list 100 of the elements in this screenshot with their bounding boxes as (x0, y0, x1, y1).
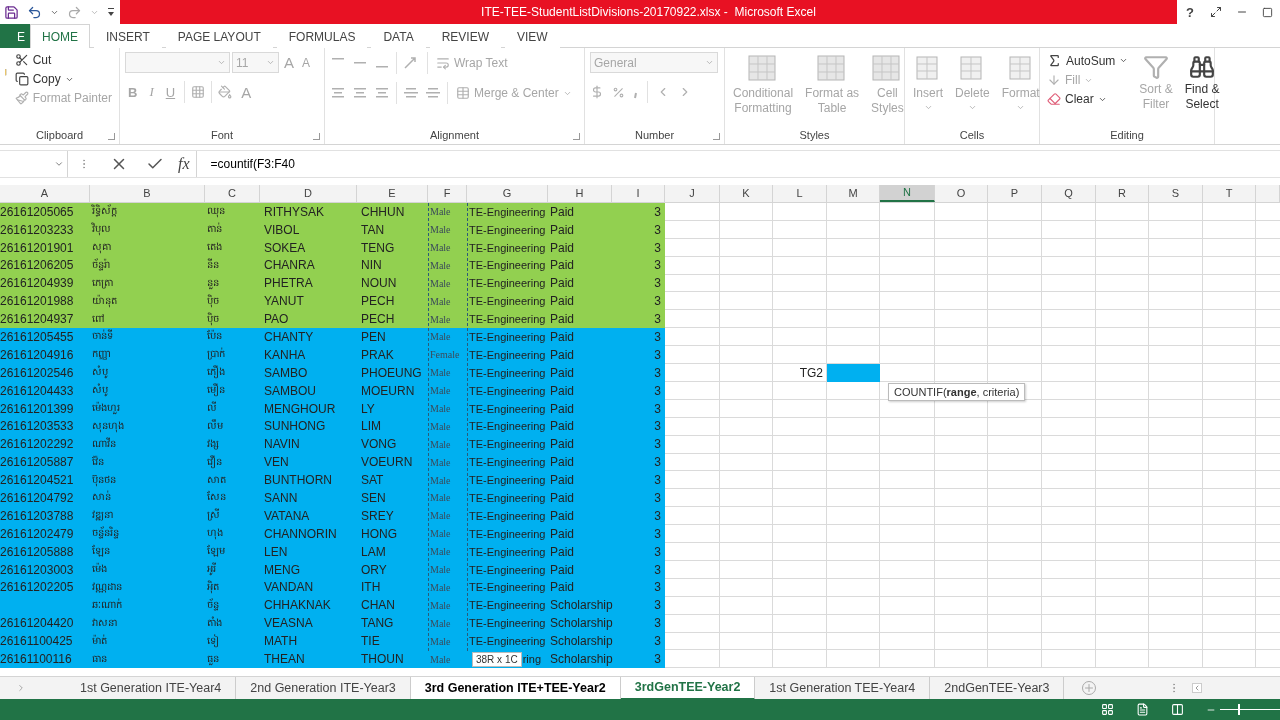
table-cell-text: VOEURN (360, 454, 414, 472)
table-cell-text: TE-Engineering (468, 383, 547, 399)
table-cell-text: ប៉ែន (206, 329, 223, 344)
ribbon-button[interactable]: Find & Select (1181, 52, 1223, 126)
table-cell-text: 26161203233 (0, 221, 75, 239)
column-header[interactable]: C (205, 184, 260, 202)
ribbon-tab[interactable]: HOME (30, 24, 90, 48)
table-cell-text: ម៉េងហួរ (91, 401, 121, 416)
insert-function-button[interactable]: fx (172, 154, 196, 173)
table-cell-text: Paid (549, 364, 576, 382)
align-center-icon[interactable] (352, 86, 368, 100)
table-cell-text: 26161204916 (0, 346, 75, 364)
paint-bucket-icon[interactable] (218, 85, 233, 99)
table-cell-text: អូរី (206, 561, 217, 578)
maximize-icon[interactable] (1261, 6, 1273, 18)
table-cell-text: 3 (653, 293, 662, 311)
column-header[interactable]: A (0, 184, 90, 202)
column-header[interactable]: H (548, 184, 612, 202)
ribbon-button[interactable]: AutoSum (1045, 52, 1131, 69)
ribbon-button[interactable]: Copy (12, 71, 114, 87)
table-cell-text: Male (429, 437, 452, 452)
column-header[interactable]: K (720, 184, 773, 202)
page-layout-view-icon[interactable] (1136, 703, 1149, 716)
ribbon-button[interactable]: Clear (1045, 91, 1131, 107)
table-cell-text: ប៉ិច (206, 293, 220, 310)
sheet-tab[interactable]: 3rd Generation ITE+TEE-Year2 (410, 676, 621, 700)
column-header[interactable]: S (1149, 184, 1203, 202)
column-header[interactable]: O (935, 184, 988, 202)
column-header[interactable]: F (428, 184, 467, 202)
ribbon-tab[interactable]: E (0, 24, 30, 48)
table-cell-text: ប៉ិច (206, 311, 220, 328)
table-cell-text: TE-Engineering (468, 276, 547, 292)
table-cell-text: សុគា (91, 240, 112, 256)
table-cell-text: តាំង (206, 615, 223, 630)
column-header[interactable]: E (357, 184, 428, 202)
table-cell-text: ពៅ (91, 311, 105, 326)
table-cell-text: 3 (653, 543, 662, 561)
table-cell-text: សំបូ (91, 364, 109, 381)
table-cell-text: NOUN (360, 275, 398, 293)
column-header[interactable]: D (260, 184, 357, 202)
caret-icon (967, 103, 977, 112)
column-header[interactable]: N (880, 184, 935, 202)
page-break-view-icon[interactable] (1171, 703, 1184, 716)
table-cell-text: Paid (549, 221, 576, 239)
help-button[interactable]: ? (1184, 4, 1196, 20)
table-cell-text: NIN (360, 257, 383, 275)
button-label: Cell Styles (871, 86, 904, 116)
launcher-icon[interactable] (713, 132, 720, 140)
column-header[interactable]: B (90, 184, 205, 202)
table-cell-text: KANHA (263, 346, 307, 364)
undo-icon[interactable] (27, 4, 42, 20)
align-right-icon[interactable] (374, 86, 390, 100)
table-cell-text: 26161205888 (0, 543, 75, 561)
table-cell-text: ITH (360, 579, 382, 597)
table-cell-text: ប្រាក់ (206, 346, 226, 362)
table-cell-text: 3 (653, 597, 662, 615)
table-cell-text: CHAN (360, 597, 396, 615)
currency-icon[interactable] (590, 85, 604, 99)
table-cell-text: Paid (549, 418, 576, 436)
table-cell-text: ធួន (206, 651, 220, 667)
borders-icon[interactable] (191, 85, 206, 99)
percent-icon[interactable] (612, 85, 625, 99)
column-header[interactable]: J (665, 184, 720, 202)
save-icon[interactable] (4, 4, 19, 20)
table-cell-text: LY (360, 400, 376, 418)
scroll-left-icon[interactable] (1192, 683, 1203, 693)
normal-view-icon[interactable] (1101, 703, 1114, 716)
column-header[interactable]: Q (1042, 184, 1096, 202)
formula-field[interactable]: =countif(F3:F40 (195, 150, 1280, 177)
caret-icon (1016, 103, 1026, 112)
table-cell-text: Male (429, 241, 452, 255)
launcher-icon[interactable] (573, 132, 580, 140)
table-cell-text: HONG (360, 525, 398, 543)
column-header[interactable]: I (612, 184, 665, 202)
table-cell-text: 3 (653, 346, 662, 364)
table-cell-text: PECH (360, 293, 396, 311)
table-cell-text: 26161203788 (0, 507, 75, 525)
table-cell-text: SAT (360, 472, 385, 490)
column-header[interactable]: P (988, 184, 1042, 202)
table-cell-text: Paid (549, 454, 576, 472)
ribbon-display-icon[interactable] (1209, 6, 1222, 18)
align-left-icon[interactable] (330, 86, 346, 100)
launcher-icon[interactable] (108, 132, 115, 140)
column-header[interactable]: R (1096, 184, 1149, 202)
caret-icon (923, 103, 933, 112)
column-header[interactable]: L (773, 184, 827, 202)
customize-icon[interactable] (107, 7, 115, 17)
ribbon-button[interactable]: Cut (12, 52, 114, 68)
table-cell-text: ហុង (206, 526, 224, 542)
column-header[interactable]: T (1203, 184, 1256, 202)
sheet-tab[interactable]: 3rdGenTEE-Year2 (620, 676, 756, 700)
column-header[interactable]: G (467, 184, 548, 202)
table-cell-text: 26161206205 (0, 257, 75, 275)
table-cell-text: TE-Engineering (468, 544, 547, 560)
scroll-tabs-icon[interactable] (16, 683, 26, 693)
redo-icon[interactable] (67, 4, 82, 20)
table-cell-text: Paid (549, 507, 576, 525)
launcher-icon[interactable] (313, 132, 320, 140)
table-cell-text: PAO (263, 311, 290, 329)
table-cell-text: THEAN (263, 651, 306, 668)
